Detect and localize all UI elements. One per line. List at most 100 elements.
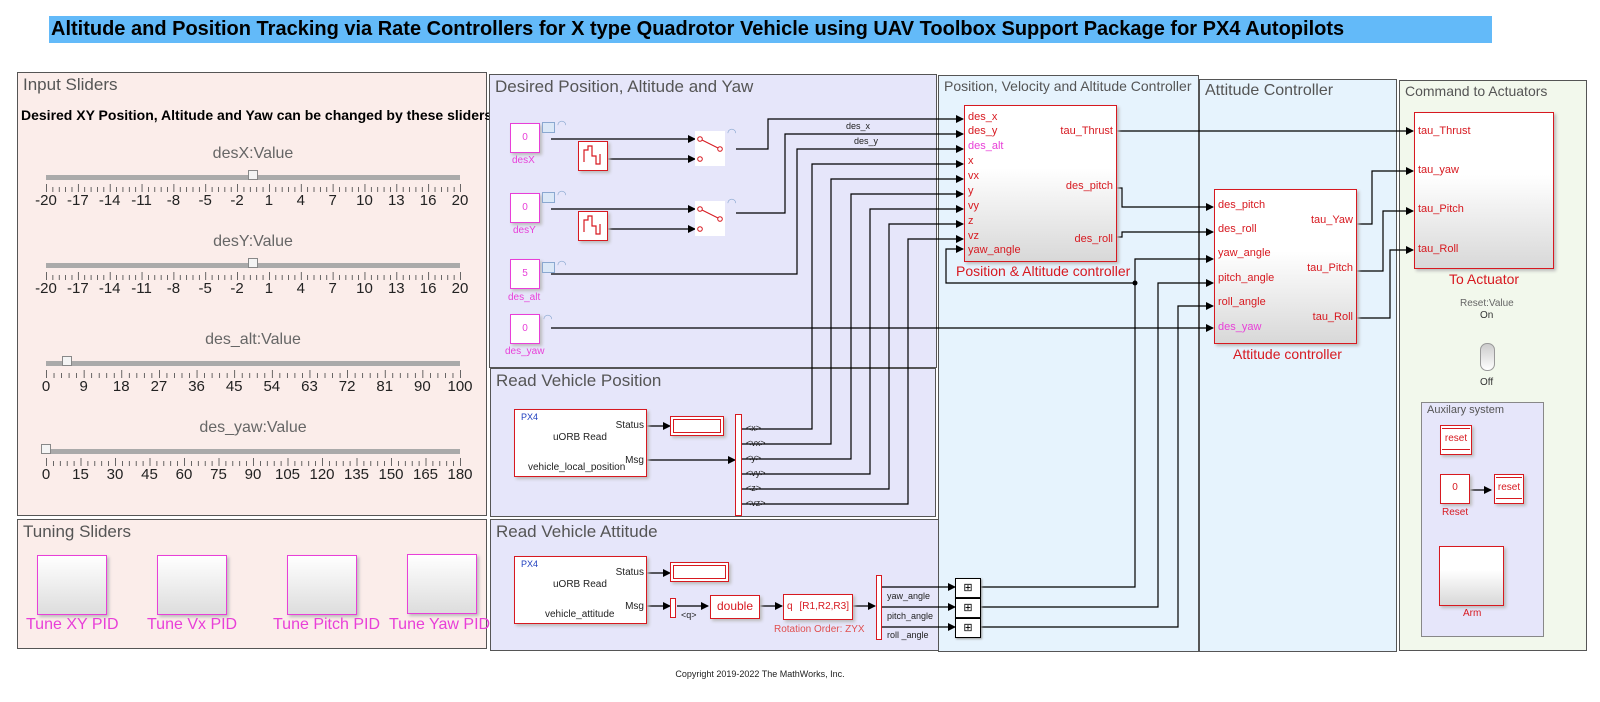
output-port-label: tau_Pitch <box>1307 262 1353 274</box>
constant-desy-label: desY <box>513 225 536 236</box>
input-port-label: x <box>968 155 974 167</box>
tune-vx-pid-block[interactable] <box>157 555 227 615</box>
constant-des-yaw-label: des_yaw <box>505 346 545 357</box>
output-port-label: des_pitch <box>1065 180 1113 192</box>
slider-track[interactable] <box>46 449 460 454</box>
tune-xy-pid-label: Tune XY PID <box>26 616 119 633</box>
reset-constant-block[interactable]: 0 <box>1440 474 1470 504</box>
manual-switch-x[interactable] <box>695 131 725 166</box>
area-input-sliders: Input Sliders Desired XY Position, Altit… <box>17 72 492 516</box>
slider-track[interactable] <box>46 361 460 366</box>
uorb-read-attitude-block[interactable]: PX4 uORB Read vehicle_attitude Status Ms… <box>514 556 647 624</box>
signal-broadcast-icon: ◠ <box>727 197 737 209</box>
slider-label: desX:Value <box>212 145 294 162</box>
slider-tick-label: 100 <box>447 378 473 395</box>
input-port-label: y <box>968 185 974 197</box>
input-port-label: yaw_angle <box>968 244 1021 256</box>
area-title: Input Sliders <box>23 75 118 94</box>
slider-tick-label: -17 <box>67 280 89 297</box>
port-msg: Msg <box>625 601 644 612</box>
slider-tick-label: -20 <box>35 192 57 209</box>
input-port-label: vy <box>968 200 979 212</box>
port-status: Status <box>615 567 644 578</box>
block-label: reset <box>1496 477 1522 499</box>
port-status: Status <box>615 420 644 431</box>
bus-signal-label: <x> <box>746 423 762 433</box>
output-port-label: tau_Yaw <box>1311 214 1353 226</box>
position-altitude-controller-block[interactable]: des_x des_y des_alt x vx y vy z vz yaw_angle tau_T… <box>964 105 1117 262</box>
signal-broadcast-icon: ◠ <box>557 259 567 271</box>
slider-tick-label: 90 <box>414 378 431 395</box>
slider-thumb[interactable] <box>248 258 258 268</box>
slider-label: desY:Value <box>213 233 293 250</box>
slider-ticks <box>46 184 461 192</box>
block-label: double <box>716 599 754 613</box>
block-value: 0 <box>1452 482 1458 493</box>
output-port-label: tau_Roll <box>1312 311 1353 323</box>
slider-thumb[interactable] <box>248 170 258 180</box>
bus-selector-position[interactable] <box>735 414 742 516</box>
quat-to-euler-block[interactable]: q [R1,R2,R3] <box>783 594 853 620</box>
rate-transition-yaw[interactable]: ⊞ <box>955 578 981 598</box>
display-icon <box>542 192 555 203</box>
slider-tick-label: -11 <box>131 192 152 209</box>
slider-tick-label: -17 <box>67 192 89 209</box>
slider-tick-label: -8 <box>166 192 181 209</box>
slider-tick-label: 0 <box>41 378 51 395</box>
bus-signal-label: <vz> <box>746 498 766 508</box>
slider-tick-label: 120 <box>309 466 335 483</box>
arm-block[interactable] <box>1439 546 1504 606</box>
constant-des-alt[interactable]: 5 <box>510 259 540 289</box>
status-terminator <box>670 562 729 582</box>
tune-xy-pid-block[interactable] <box>37 555 107 615</box>
reset-from-block[interactable]: reset <box>1440 425 1472 455</box>
constant-des-alt-label: des_alt <box>508 292 541 303</box>
slider-thumb[interactable] <box>41 444 51 454</box>
uorb-read-position-block[interactable]: PX4 uORB Read vehicle_local_position Sta… <box>514 409 647 477</box>
constant-des-yaw[interactable]: 0 <box>510 314 540 344</box>
slider-tick-label: 165 <box>412 466 439 483</box>
attitude-controller-block[interactable]: des_pitch des_roll yaw_angle pitch_angle rol… <box>1214 189 1357 344</box>
reset-toggle-switch[interactable] <box>1480 343 1495 371</box>
position-altitude-controller-name: Position & Altitude controller <box>956 263 1131 279</box>
px4-tag: PX4 <box>521 412 539 422</box>
input-port-label: tau_yaw <box>1418 164 1459 176</box>
slider-tick-label: 1 <box>264 280 274 297</box>
rate-transition-pitch[interactable]: ⊞ <box>955 598 981 618</box>
data-type-conversion-block[interactable]: double <box>710 595 760 619</box>
demux-attitude[interactable] <box>876 575 882 640</box>
signal-generator-y[interactable] <box>578 211 608 241</box>
slider-label: des_yaw:Value <box>199 419 307 436</box>
status-terminator <box>670 416 724 436</box>
display-icon <box>542 122 555 133</box>
tune-vx-pid-label: Tune Vx PID <box>147 616 238 633</box>
reset-switch-on-label: On <box>1480 310 1494 321</box>
slider-tick-label: 0 <box>41 466 51 483</box>
slider-tick-label: 75 <box>210 466 227 483</box>
slider-tick-label: 16 <box>419 192 437 209</box>
slider-tick-label: 36 <box>188 378 205 395</box>
slider-tick-label: 4 <box>296 280 305 297</box>
input-port-label: des_pitch <box>1218 199 1266 211</box>
slider-thumb[interactable] <box>61 356 72 366</box>
bus-signal-label: <vx> <box>746 438 766 448</box>
area-title: Read Vehicle Position <box>496 371 662 390</box>
copyright: Copyright 2019-2022 The MathWorks, Inc. <box>675 669 845 679</box>
constant-desy[interactable]: 0 <box>510 193 540 223</box>
signal-label-q: <q> <box>681 610 697 620</box>
slider-tick-label: 45 <box>141 466 158 483</box>
constant-desx[interactable]: 0 <box>510 123 540 153</box>
tune-yaw-pid-label: Tune Yaw PID <box>389 616 491 633</box>
slider-tick-label: 45 <box>225 378 243 395</box>
signal-generator-x[interactable] <box>578 141 608 171</box>
manual-switch-y[interactable] <box>695 201 725 236</box>
rate-transition-roll[interactable]: ⊞ <box>955 618 981 638</box>
reset-goto-block[interactable]: reset <box>1494 474 1524 504</box>
area-title: Tuning Sliders <box>23 522 132 541</box>
bus-selector-q[interactable] <box>670 598 676 618</box>
tune-pitch-pid-block[interactable] <box>287 555 357 615</box>
tune-yaw-pid-block[interactable] <box>407 554 477 614</box>
signal-broadcast-icon: ◠ <box>557 189 567 201</box>
to-actuator-block[interactable]: tau_Thrust tau_yaw tau_Pitch tau_Roll <box>1414 112 1554 269</box>
input-port-label: des_yaw <box>1218 321 1262 333</box>
